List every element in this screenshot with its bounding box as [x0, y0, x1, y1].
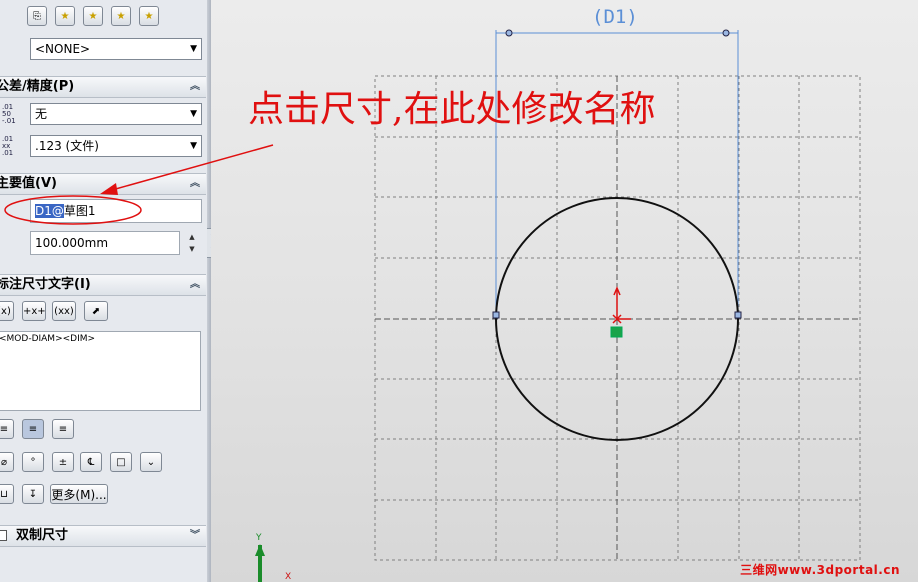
collapse-icon[interactable]: ︽: [190, 174, 200, 194]
align-right-icon[interactable]: ≡: [52, 419, 74, 439]
chevron-down-icon: ▼: [190, 141, 197, 151]
inspection-dimension-button[interactable]: (xx): [52, 301, 76, 321]
dual-dimension-title: 双制尺寸: [16, 528, 69, 543]
circle-point-left: [492, 311, 500, 319]
tolerance-type-select[interactable]: 无 ▼: [30, 103, 202, 125]
chevron-down-icon: ▼: [190, 109, 197, 119]
dim-text-group-title: 标注尺寸文字(I): [0, 277, 91, 292]
primary-value-group-header[interactable]: 主要值(V) ︽: [0, 173, 206, 195]
origin-icon: [612, 286, 631, 324]
diameter-dimension: [495, 30, 739, 315]
dimension-name-field[interactable]: D1@草图1: [30, 199, 202, 223]
depth-symbol-icon[interactable]: ↧: [22, 484, 44, 504]
dimension-handle-left: [505, 29, 513, 37]
primary-value-group-title: 主要值(V): [0, 176, 57, 191]
collapse-icon[interactable]: ︽: [190, 77, 200, 97]
favorites-manage-icon[interactable]: ⎘: [27, 6, 47, 26]
center-dimension-button[interactable]: +x+: [22, 301, 46, 321]
axis-x-label: X: [285, 572, 292, 582]
chevron-down-icon: ▼: [190, 44, 197, 54]
counterbore-symbol-icon[interactable]: ⊔: [0, 484, 14, 504]
align-center-icon[interactable]: ≡: [22, 419, 44, 439]
favorite-select[interactable]: <NONE> ▼: [30, 38, 202, 60]
add-parentheses-button[interactable]: (x): [0, 301, 14, 321]
axis-y-label: Y: [256, 533, 262, 543]
dual-dimension-checkbox[interactable]: [0, 530, 7, 541]
favorite-select-value: <NONE>: [35, 42, 91, 56]
tolerance-type-icon: .01 50 -.01: [2, 103, 16, 125]
precision-select[interactable]: .123 (文件) ▼: [30, 135, 202, 157]
collapse-icon[interactable]: ︽: [190, 275, 200, 295]
dimension-handle-right: [722, 29, 730, 37]
diameter-symbol-icon[interactable]: ⌀: [0, 452, 14, 472]
annotation-text: 点击尺寸,在此处修改名称: [248, 89, 656, 130]
precision-icon: .01 xx .01: [2, 135, 14, 157]
dimension-value-field[interactable]: 100.000mm: [30, 231, 180, 255]
circle-point-right: [734, 311, 742, 319]
load-favorite-icon[interactable]: ★: [139, 6, 159, 26]
dimension-name-selected: D1@: [35, 204, 64, 218]
dim-text-content: <MOD-DIAM><DIM>: [0, 334, 96, 344]
square-symbol-icon[interactable]: □: [110, 452, 132, 472]
axis-triad-icon: [255, 544, 265, 582]
delete-favorite-icon[interactable]: ★: [83, 6, 103, 26]
dual-dimension-group-header[interactable]: 双制尺寸 ︾: [0, 525, 206, 547]
watermark: 三维网www.3dportal.cn: [740, 563, 900, 577]
dimension-name-rest: 草图1: [63, 204, 96, 218]
more-button[interactable]: 更多(M)...: [50, 484, 108, 504]
dimension-value: 100.000mm: [35, 236, 109, 250]
center-point: [610, 326, 623, 338]
add-favorite-icon[interactable]: ★: [55, 6, 75, 26]
expand-icon[interactable]: ︾: [190, 526, 200, 546]
dim-text-area[interactable]: <MOD-DIAM><DIM>: [0, 331, 201, 411]
dim-text-group-header[interactable]: 标注尺寸文字(I) ︽: [0, 274, 206, 296]
align-left-icon[interactable]: ≡: [0, 419, 14, 439]
dimension-label[interactable]: (D1): [592, 6, 638, 28]
centerline-symbol-icon[interactable]: ℄: [80, 452, 102, 472]
more-symbols-icon[interactable]: ⌄: [140, 452, 162, 472]
tolerance-group-header[interactable]: 公差/精度(P) ︽: [0, 76, 206, 98]
plus-minus-symbol-icon[interactable]: ±: [52, 452, 74, 472]
property-manager-panel: ⎘ ★ ★ ★ ★ <NONE> ▼ 公差/精度(P) ︽ .01 50 -.01 …: [0, 0, 208, 582]
value-spinner[interactable]: ▲ ▼: [182, 231, 202, 255]
precision-value: .123 (文件): [35, 139, 99, 153]
tolerance-group-title: 公差/精度(P): [0, 79, 75, 94]
tolerance-type-value: 无: [35, 107, 48, 121]
offset-text-icon[interactable]: ⬈: [84, 301, 108, 321]
save-favorite-icon[interactable]: ★: [111, 6, 131, 26]
degree-symbol-icon[interactable]: °: [22, 452, 44, 472]
